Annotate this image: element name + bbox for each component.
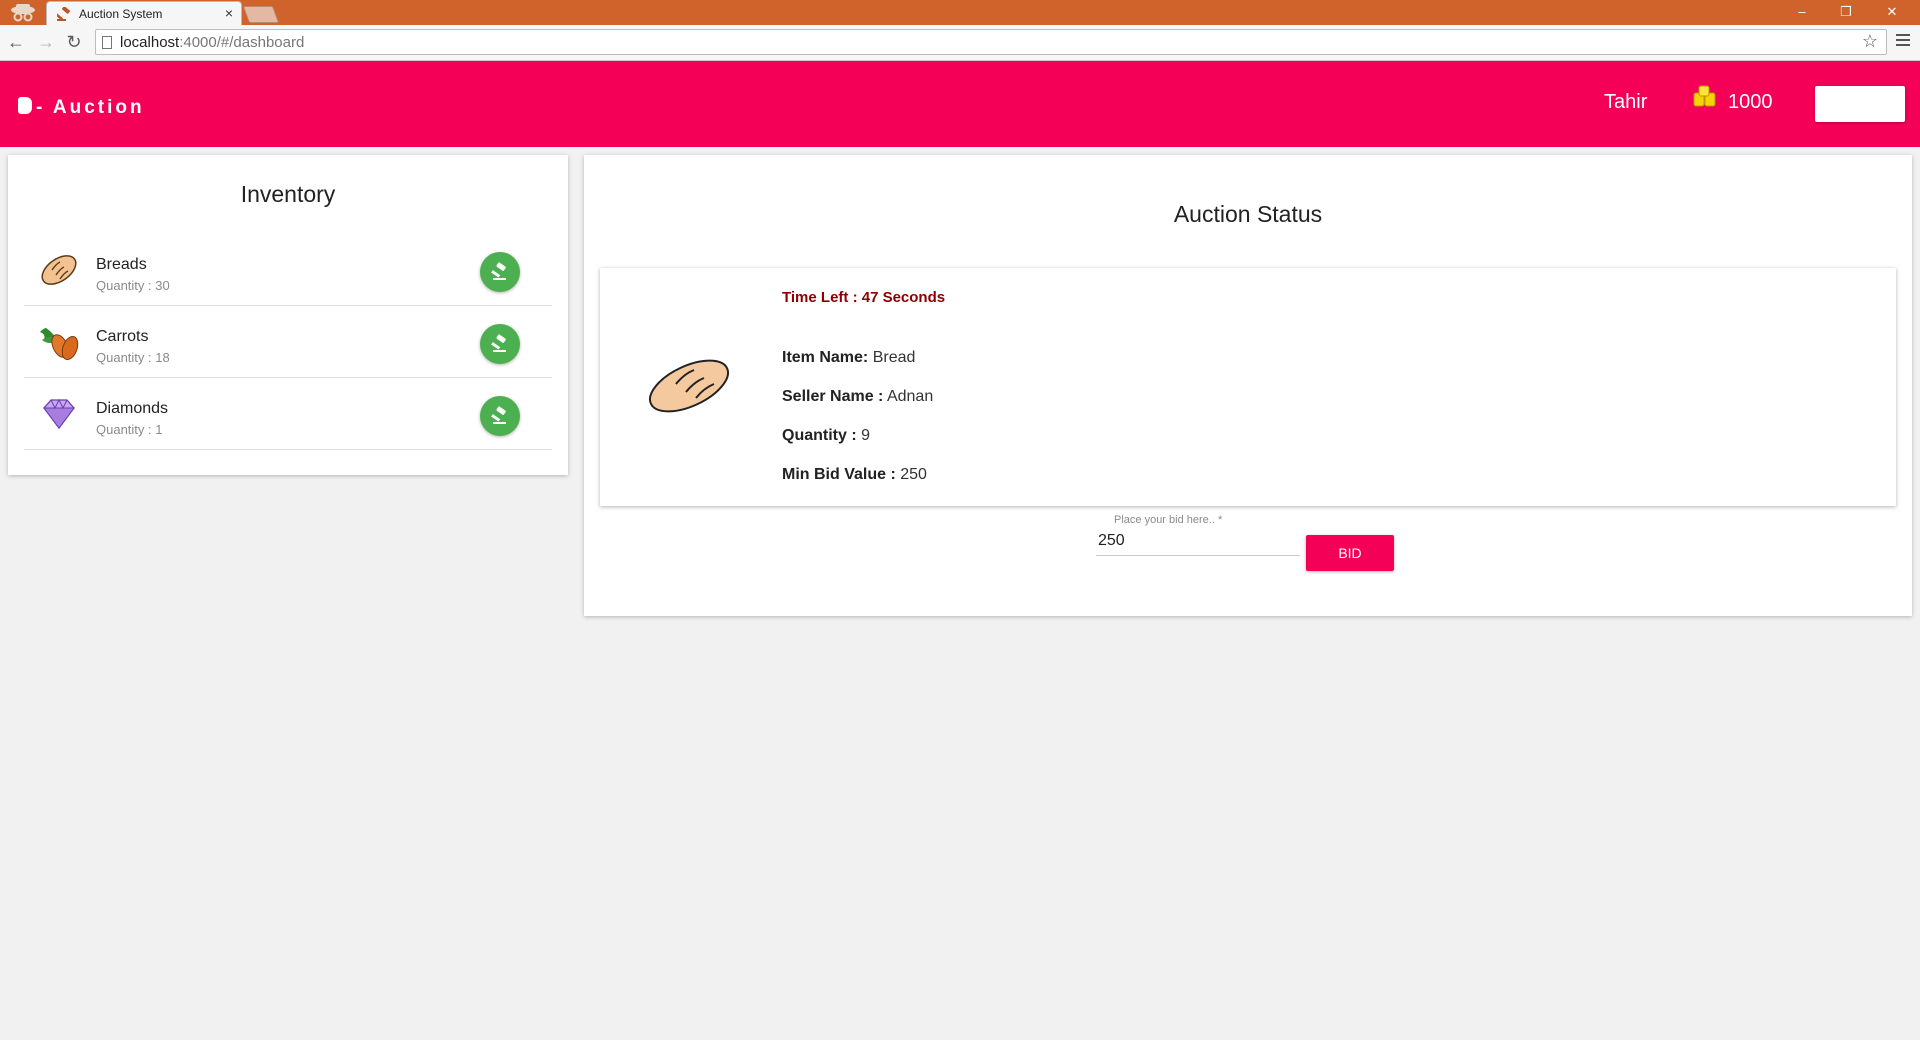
page-icon [102,36,112,49]
inventory-item-diamonds: Diamonds Quantity : 1 [24,378,552,450]
item-name-field: Item Name: Bread [782,349,916,366]
browser-toolbar: ← → ↻ localhost:4000/#/dashboard ☆ [0,25,1920,61]
new-tab-button[interactable] [242,6,280,23]
gavel-icon [491,262,506,280]
quantity-field: Quantity : 9 [782,427,871,444]
auction-breads-button[interactable] [480,252,520,292]
seller-name-field: Seller Name : Adnan [782,388,934,405]
inventory-title: Inventory [240,181,336,207]
tab-title: Auction System [79,7,163,21]
app-logo[interactable]: - Auction [18,97,145,119]
auction-diamonds-button[interactable] [480,396,520,436]
inventory-item-breads: Breads Quantity : 30 [24,234,552,306]
menu-icon[interactable] [1896,34,1910,46]
restore-button[interactable]: ❐ [1826,3,1866,21]
logout-button[interactable]: LOGOUT [1815,86,1905,122]
url-text[interactable]: localhost:4000/#/dashboard [120,34,304,51]
coins-icon [1693,85,1716,107]
item-name: Diamonds [96,400,169,417]
item-name: Carrots [96,328,149,345]
inventory-item-carrots: Carrots Quantity : 18 [24,306,552,378]
bid-button[interactable]: BID [1306,535,1394,571]
address-bar[interactable]: localhost:4000/#/dashboard ☆ [95,29,1887,55]
item-quantity: Quantity : 30 [96,278,170,293]
auction-carrots-button[interactable] [480,324,520,364]
app-header: - Auction Tahir 1000 LOGOUT [0,61,1920,147]
forward-arrow-icon[interactable]: → [36,32,56,52]
auction-status-card: Auction Status Time Left : 47 Seconds It… [584,155,1912,616]
bread-icon [41,255,77,285]
item-quantity: Quantity : 1 [96,422,163,437]
item-name: Breads [96,256,147,273]
tab-close-icon[interactable]: × [225,5,233,21]
back-arrow-icon[interactable]: ← [6,32,26,52]
auction-status-title: Auction Status [1173,201,1323,227]
username: Tahir [1604,91,1648,113]
gavel-icon [491,406,506,424]
bid-input[interactable] [1096,527,1300,556]
bookmark-star-icon[interactable]: ☆ [1862,31,1878,52]
logo-mark-icon [18,97,32,114]
min-bid-field: Min Bid Value : 250 [782,466,927,483]
window-close-button[interactable]: ✕ [1872,3,1912,21]
gavel-icon [491,334,506,352]
gavel-favicon-icon [57,7,70,21]
bid-input-label: Place your bid here.. * [1114,514,1223,526]
coin-balance: 1000 [1728,91,1773,113]
incognito-icon [11,4,35,22]
bread-image-icon [649,359,729,413]
reload-icon[interactable]: ↻ [64,32,84,52]
minimize-button[interactable]: – [1782,3,1822,21]
carrots-icon [40,328,79,361]
browser-tab[interactable]: Auction System × [46,1,242,25]
auction-detail-card: Time Left : 47 Seconds Item Name: Bread … [600,268,1896,506]
inventory-card: Inventory Breads Quantity : 30 Carrots Q… [8,155,568,475]
browser-titlebar: Auction System × – ❐ ✕ [0,0,1920,25]
time-left: Time Left : 47 Seconds [782,289,946,306]
item-quantity: Quantity : 18 [96,350,170,365]
diamond-icon [43,398,75,430]
